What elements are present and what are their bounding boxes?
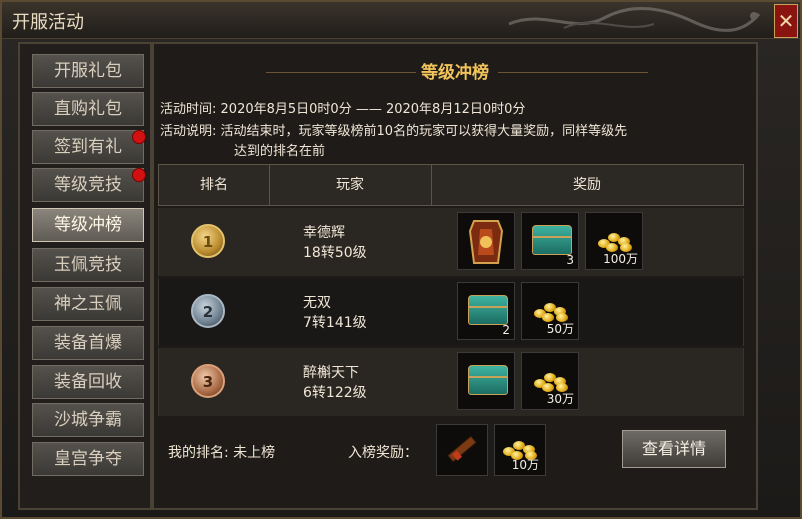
table-row: 2 无双 7转141级 2 50万 — [158, 278, 744, 346]
sidebar-item-label: 直购礼包 — [54, 99, 122, 119]
sidebar-item-sign-in[interactable]: 签到有礼 — [32, 130, 144, 164]
reward-quantity: 3 — [566, 253, 574, 267]
sidebar: 开服礼包 直购礼包 签到有礼 等级竞技 等级冲榜 玉佩竞技 神之玉佩 装备首爆 … — [18, 42, 152, 510]
chest-icon — [468, 365, 508, 395]
activity-desc-line2: 达到的排名在前 — [234, 144, 326, 159]
close-icon: ✕ — [777, 9, 795, 33]
heading-divider-right — [498, 72, 648, 73]
activity-time-value: 2020年8月5日0时0分 —— 2020年8月12日0时0分 — [220, 102, 526, 117]
reward-quantity: 50万 — [546, 322, 574, 336]
reward-slot[interactable] — [457, 212, 515, 270]
reward-quantity: 10万 — [511, 458, 539, 472]
firework-icon — [447, 435, 477, 463]
sidebar-item-label: 沙城争霸 — [54, 410, 122, 430]
sidebar-item-label: 装备首爆 — [54, 333, 122, 353]
silver-medal-icon: 2 — [191, 294, 225, 328]
column-header-reward: 奖励 — [573, 177, 601, 193]
reward-quantity: 30万 — [546, 392, 574, 406]
activity-description: 活动说明: 活动结束时，玩家等级榜前10名的玩家可以获得大量奖励，同样等级先 — [160, 120, 627, 139]
sidebar-item-direct-purchase[interactable]: 直购礼包 — [32, 92, 144, 126]
activity-desc-line1: 活动结束时，玩家等级榜前10名的玩家可以获得大量奖励，同样等级先 — [220, 124, 628, 139]
notification-dot — [132, 168, 146, 182]
reward-slot[interactable]: 50万 — [521, 282, 579, 340]
my-rank: 我的排名: 未上榜 — [168, 442, 275, 462]
reward-slot[interactable]: 100万 — [585, 212, 643, 270]
player-name: 无双 — [303, 295, 331, 311]
chest-icon — [532, 225, 572, 255]
sidebar-item-label: 装备回收 — [54, 372, 122, 392]
sidebar-item-castle-war[interactable]: 沙城争霸 — [32, 403, 144, 437]
sidebar-item-equip-recycle[interactable]: 装备回收 — [32, 365, 144, 399]
activity-window: 开服活动 ✕ 开服礼包 直购礼包 签到有礼 等级竞技 等级冲榜 玉佩竞技 神之玉… — [0, 0, 802, 519]
reward-quantity: 2 — [502, 323, 510, 337]
sidebar-item-god-jade[interactable]: 神之玉佩 — [32, 287, 144, 321]
my-rank-label: 我的排名: — [168, 445, 229, 461]
page-title: 等级冲榜 — [421, 63, 489, 83]
activity-time: 活动时间: 2020年8月5日0时0分 —— 2020年8月12日0时0分 — [160, 98, 525, 117]
player-name: 醉槲天下 — [303, 365, 359, 381]
sidebar-item-level-rank[interactable]: 等级冲榜 — [32, 208, 144, 242]
table-row: 3 醉槲天下 6转122级 30万 — [158, 348, 744, 416]
reward-slot[interactable]: 3 — [521, 212, 579, 270]
activity-time-label: 活动时间: — [160, 102, 217, 117]
table-header: 排名 玩家 奖励 — [158, 164, 744, 206]
table-row: 1 幸德辉 18转50级 3 100万 — [158, 208, 744, 276]
close-button[interactable]: ✕ — [774, 4, 798, 38]
view-details-button[interactable]: 查看详情 — [622, 430, 726, 468]
sidebar-item-label: 等级竞技 — [54, 175, 122, 195]
sidebar-item-label: 神之玉佩 — [54, 294, 122, 314]
reward-quantity: 100万 — [603, 252, 638, 266]
entry-reward-label: 入榜奖励： — [348, 445, 418, 461]
column-header-rank: 排名 — [200, 177, 228, 193]
player-level: 6转122级 — [303, 385, 367, 401]
my-rank-value: 未上榜 — [233, 445, 276, 461]
reward-slot[interactable]: 2 — [457, 282, 515, 340]
window-title: 开服活动 — [12, 12, 84, 33]
reward-slot[interactable]: 10万 — [494, 424, 546, 476]
reward-slot[interactable] — [436, 424, 488, 476]
sidebar-item-label: 开服礼包 — [54, 61, 122, 81]
sidebar-item-opening-gift[interactable]: 开服礼包 — [32, 54, 144, 88]
chest-icon — [468, 295, 508, 325]
sidebar-item-equip-first-drop[interactable]: 装备首爆 — [32, 326, 144, 360]
gold-medal-icon: 1 — [191, 224, 225, 258]
sidebar-item-palace-war[interactable]: 皇宫争夺 — [32, 442, 144, 476]
sidebar-item-level-contest[interactable]: 等级竞技 — [32, 168, 144, 202]
title-bar: 开服活动 ✕ — [2, 2, 800, 39]
token-icon — [468, 220, 504, 264]
sidebar-item-jade-contest[interactable]: 玉佩竞技 — [32, 248, 144, 282]
reward-slot[interactable]: 30万 — [521, 352, 579, 410]
player-name: 幸德辉 — [303, 225, 345, 241]
player-level: 7转141级 — [303, 315, 367, 331]
notification-dot — [132, 130, 146, 144]
player-level: 18转50级 — [303, 245, 367, 261]
sidebar-item-label: 玉佩竞技 — [54, 255, 122, 275]
sidebar-item-label: 等级冲榜 — [54, 215, 122, 235]
bronze-medal-icon: 3 — [191, 364, 225, 398]
activity-desc-label: 活动说明: — [160, 124, 217, 139]
sidebar-item-label: 签到有礼 — [54, 137, 122, 157]
column-header-player: 玩家 — [336, 177, 364, 193]
reward-slot[interactable] — [457, 352, 515, 410]
dragon-ornament-icon — [508, 6, 761, 32]
sidebar-item-label: 皇宫争夺 — [54, 449, 122, 469]
